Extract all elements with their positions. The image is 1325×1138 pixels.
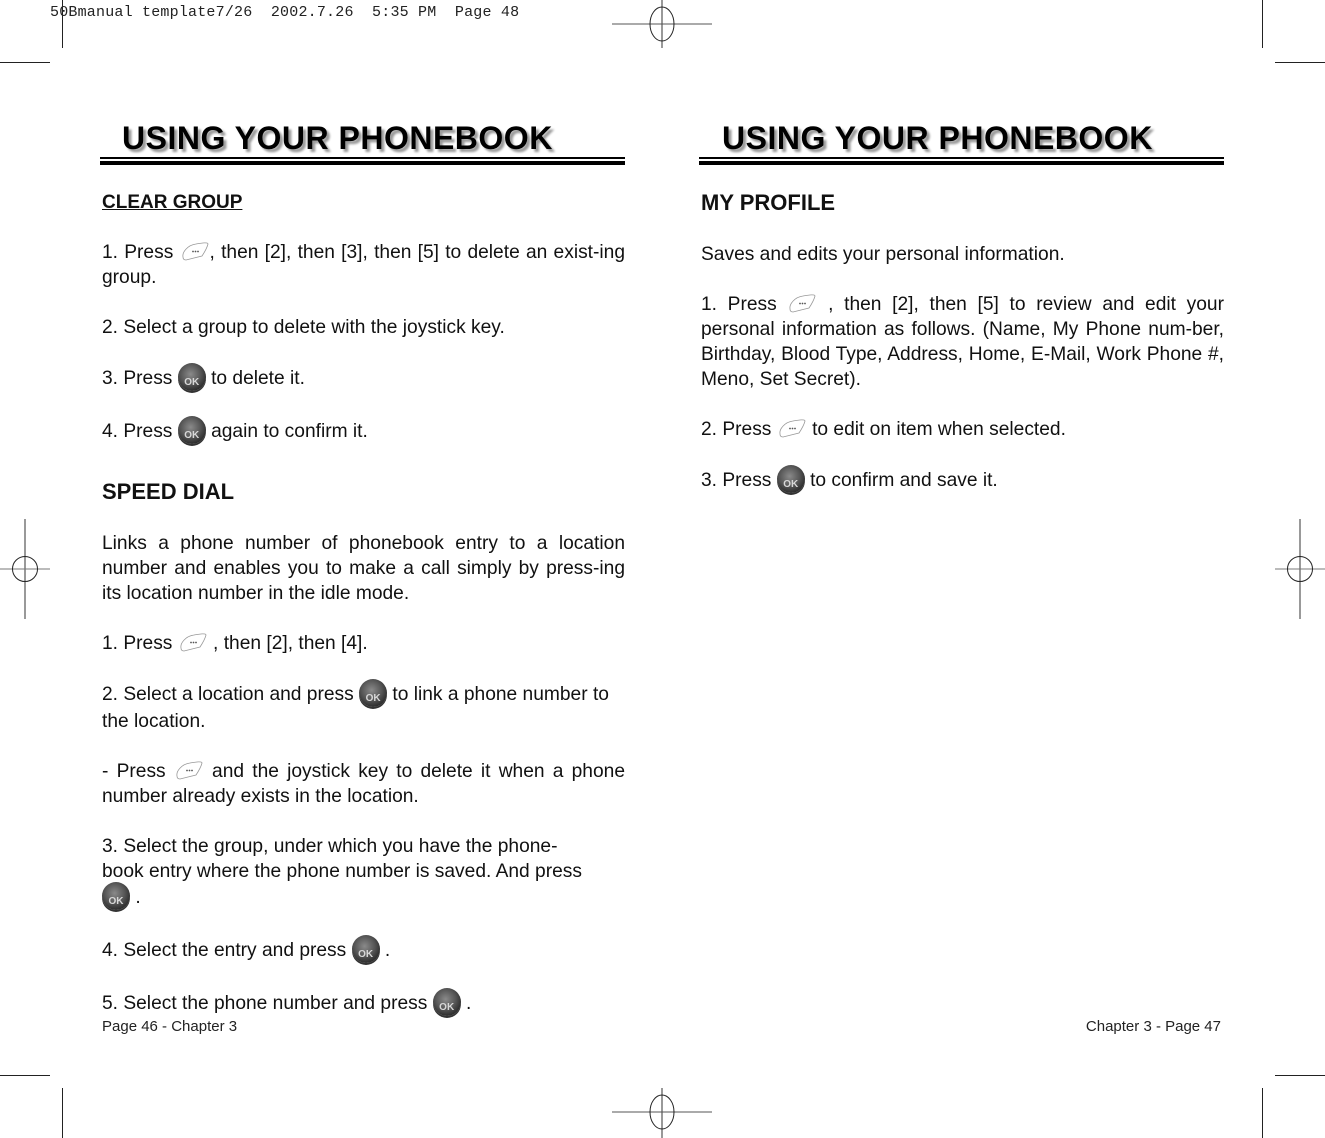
right-page: USING YOUR PHONEBOOK MY PROFILE Saves an…: [699, 120, 1224, 497]
header-rule-thick: [100, 161, 625, 165]
speed-dial-intro: Links a phone number of phonebook entry …: [102, 533, 625, 604]
page-footer-left: Page 46 - Chapter 3: [102, 1018, 238, 1035]
step-text: 4. Press: [102, 421, 178, 443]
my-profile-step-2: 2. Press to edit on item when selected.: [701, 417, 1224, 442]
right-page-header: USING YOUR PHONEBOOK: [699, 120, 1224, 168]
step-text: , then [2], then [4].: [207, 633, 368, 654]
crop-mark-top-left-h: [0, 62, 50, 63]
speed-dial-note: - Press and the joystick key to delete i…: [102, 759, 625, 809]
ok-button-icon: [177, 363, 206, 395]
speed-dial-section: SPEED DIAL Links a phone number of phone…: [102, 479, 625, 1020]
ok-button-icon: [776, 465, 805, 497]
page-footer-right: Chapter 3 - Page 47: [1085, 1018, 1221, 1035]
step-text: - Press: [102, 761, 174, 782]
crop-mark-bottom-right-h: [1275, 1075, 1325, 1076]
crop-mark-bottom-left-v: [62, 1088, 63, 1138]
registration-mark-top: [612, 0, 712, 48]
header-rule-thin: [100, 157, 625, 159]
step-text: to delete it.: [211, 368, 305, 390]
my-profile-section: MY PROFILE Saves and edits your personal…: [701, 190, 1224, 497]
menu-soft-key-icon: [180, 241, 210, 261]
step-text: to confirm and save it.: [810, 470, 998, 492]
step-text: 2. Select a location and press: [102, 684, 360, 706]
menu-soft-key-icon: [178, 632, 208, 652]
speed-dial-step-2: 2. Select a location and press to link a…: [102, 679, 625, 734]
speed-dial-step-5: 5. Select the phone number and press .: [102, 988, 625, 1020]
ok-button-icon: [432, 988, 461, 1020]
crop-mark-top-right-v: [1262, 0, 1263, 48]
crop-mark-top-right-h: [1275, 62, 1325, 63]
clear-group-step-4: 4. Press again to confirm it.: [102, 416, 625, 448]
registration-mark-right: [1275, 519, 1325, 619]
step-text: 3. Select the group, under which you hav…: [102, 836, 582, 882]
clear-group-step-3: 3. Press to delete it.: [102, 363, 625, 395]
step-text: 3. Press: [701, 470, 777, 492]
step-text: again to confirm it.: [211, 421, 368, 443]
speed-dial-step-4: 4. Select the entry and press .: [102, 935, 625, 967]
ok-button-icon: [102, 882, 130, 914]
step-text: 5. Select the phone number and press: [102, 993, 433, 1015]
step-text: 1. Press: [102, 242, 180, 263]
crop-mark-top-left-v: [62, 0, 63, 48]
my-profile-intro: Saves and edits your personal informatio…: [701, 244, 1065, 265]
ok-button-icon: [177, 416, 206, 448]
ok-button-icon: [351, 935, 380, 967]
left-page-header: USING YOUR PHONEBOOK: [100, 120, 625, 168]
step-text: to edit on item when selected.: [812, 419, 1066, 440]
section-title-my-profile: MY PROFILE: [701, 190, 836, 215]
ok-button-icon: [359, 679, 388, 711]
speed-dial-step-3: 3. Select the group, under which you hav…: [102, 834, 582, 914]
page-title: USING YOUR PHONEBOOK: [122, 120, 553, 156]
registration-mark-left: [0, 519, 50, 619]
step-text: .: [379, 940, 391, 962]
header-rule-thick: [699, 161, 1224, 165]
crop-mark-bottom-right-v: [1262, 1088, 1263, 1138]
step-text: 3. Press: [102, 368, 178, 390]
my-profile-step-3: 3. Press to confirm and save it.: [701, 465, 1224, 497]
my-profile-step-1: 1. Press , then [2], then [5] to review …: [701, 292, 1224, 392]
header-rule-thin: [699, 157, 1224, 159]
step-text: 2. Press: [701, 419, 777, 440]
menu-soft-key-icon: [787, 293, 817, 313]
section-title-clear-group: CLEAR GROUP: [102, 192, 243, 213]
clear-group-section: CLEAR GROUP 1. Press , then [2], then [3…: [102, 190, 625, 448]
clear-group-step-2: 2. Select a group to delete with the joy…: [102, 317, 505, 338]
menu-soft-key-icon: [777, 418, 807, 438]
page-title: USING YOUR PHONEBOOK: [722, 120, 1153, 156]
step-text: .: [466, 993, 472, 1015]
registration-mark-bottom: [612, 1088, 712, 1138]
speed-dial-step-1: 1. Press , then [2], then [4].: [102, 631, 625, 656]
menu-soft-key-icon: [174, 760, 204, 780]
left-page: USING YOUR PHONEBOOK CLEAR GROUP 1. Pres…: [100, 120, 625, 1020]
crop-mark-bottom-left-h: [0, 1075, 50, 1076]
step-text: 4. Select the entry and press: [102, 940, 352, 962]
clear-group-step-1: 1. Press , then [2], then [3], then [5] …: [102, 240, 625, 290]
step-text: 1. Press: [701, 294, 788, 315]
step-text: .: [135, 887, 141, 909]
print-slug: 50Bmanual template7/26 2002.7.26 5:35 PM…: [50, 4, 520, 21]
step-text: 1. Press: [102, 633, 178, 654]
section-title-speed-dial: SPEED DIAL: [102, 479, 235, 504]
